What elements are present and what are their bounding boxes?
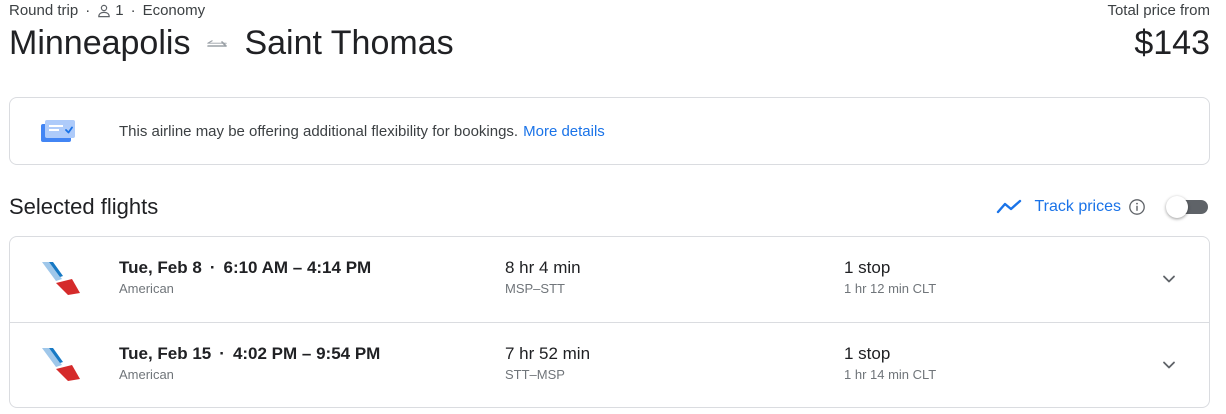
selected-flights-heading: Selected flights bbox=[9, 194, 159, 219]
layover-info: 1 hr 14 min CLT bbox=[844, 367, 937, 382]
origin-city: Minneapolis bbox=[9, 24, 191, 62]
destination-city: Saint Thomas bbox=[244, 24, 454, 62]
stops-count: 1 stop bbox=[844, 258, 891, 277]
cabin-class: Economy bbox=[142, 2, 206, 19]
american-airlines-logo-icon bbox=[42, 262, 80, 295]
airline-name: American bbox=[119, 281, 174, 296]
flexibility-banner: This airline may be offering additional … bbox=[9, 97, 1210, 165]
date-separator: · bbox=[209, 258, 216, 277]
stops-count: 1 stop bbox=[844, 344, 891, 363]
track-prices-label[interactable]: Track prices bbox=[1034, 198, 1121, 216]
american-airlines-logo-icon bbox=[42, 348, 80, 381]
chevron-down-icon bbox=[1163, 361, 1175, 369]
trip-type-label: Round trip bbox=[9, 2, 79, 19]
trip-summary: Round trip · 1 · Economy bbox=[9, 2, 205, 19]
flight-row-outbound[interactable]: Tue, Feb 8 · 6:10 AM – 4:14 PM American 8 … bbox=[10, 237, 1209, 322]
route-codes: STT–MSP bbox=[505, 367, 565, 382]
flight-date: Tue, Feb 15 bbox=[119, 344, 212, 363]
layover-info: 1 hr 12 min CLT bbox=[844, 281, 937, 296]
flight-row-return[interactable]: Tue, Feb 15 · 4:02 PM – 9:54 PM American 7… bbox=[10, 322, 1209, 407]
toggle-knob bbox=[1166, 196, 1188, 218]
banner-message: This airline may be offering additional … bbox=[119, 123, 605, 140]
flight-date-time: Tue, Feb 15 · 4:02 PM – 9:54 PM bbox=[119, 344, 380, 364]
more-details-link[interactable]: More details bbox=[523, 123, 605, 140]
track-prices-toggle[interactable] bbox=[1166, 195, 1210, 219]
trending-line-icon bbox=[997, 199, 1022, 214]
flight-times: Tue, Feb 15 · 4:02 PM – 9:54 PM American bbox=[119, 344, 380, 382]
meta-separator: · bbox=[130, 2, 136, 19]
passenger-count: 1 bbox=[115, 2, 124, 19]
flight-duration: 8 hr 4 min MSP–STT bbox=[505, 258, 581, 296]
route-codes: MSP–STT bbox=[505, 281, 565, 296]
flight-time-range: 4:02 PM – 9:54 PM bbox=[232, 344, 381, 363]
flight-stops: 1 stop 1 hr 14 min CLT bbox=[844, 344, 936, 382]
total-price-label: Total price from bbox=[1107, 2, 1210, 19]
ticket-flex-icon bbox=[41, 120, 75, 142]
flight-date-time: Tue, Feb 8 · 6:10 AM – 4:14 PM bbox=[119, 258, 371, 278]
expand-flight-button[interactable] bbox=[1151, 261, 1187, 297]
duration-value: 8 hr 4 min bbox=[505, 258, 581, 277]
chevron-down-icon bbox=[1163, 275, 1175, 283]
flight-times: Tue, Feb 8 · 6:10 AM – 4:14 PM American bbox=[119, 258, 371, 296]
selected-flights-list: Tue, Feb 8 · 6:10 AM – 4:14 PM American 8 … bbox=[9, 236, 1210, 408]
airline-name: American bbox=[119, 367, 174, 382]
flight-date: Tue, Feb 8 bbox=[119, 258, 202, 277]
flight-duration: 7 hr 52 min STT–MSP bbox=[505, 344, 590, 382]
banner-text: This airline may be offering additional … bbox=[119, 122, 519, 140]
total-price: $143 bbox=[1134, 24, 1210, 62]
expand-flight-button[interactable] bbox=[1151, 347, 1187, 383]
duration-value: 7 hr 52 min bbox=[505, 344, 591, 363]
track-prices-control: Track prices bbox=[996, 195, 1210, 219]
meta-separator: · bbox=[85, 2, 91, 19]
flight-stops: 1 stop 1 hr 12 min CLT bbox=[844, 258, 936, 296]
round-trip-arrows-icon bbox=[207, 39, 228, 47]
date-separator: · bbox=[219, 344, 225, 363]
route-title: Minneapolis Saint Thomas bbox=[9, 24, 454, 63]
flight-time-range: 6:10 AM – 4:14 PM bbox=[223, 258, 372, 277]
person-icon bbox=[98, 4, 111, 17]
info-icon[interactable] bbox=[1128, 198, 1146, 216]
